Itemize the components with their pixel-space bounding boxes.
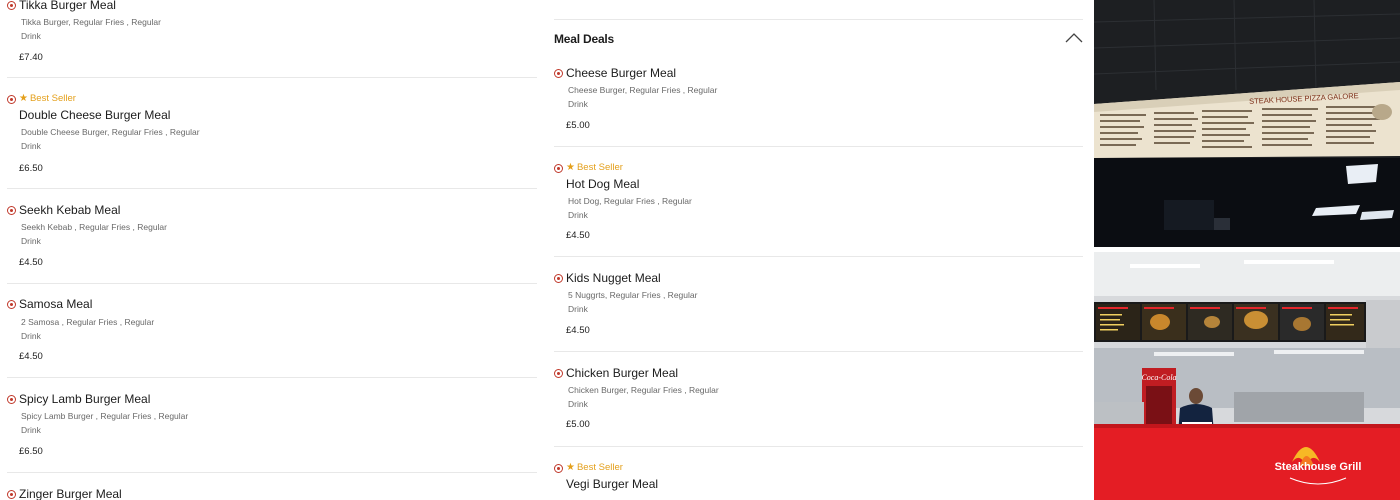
item-name: Double Cheese Burger Meal — [19, 108, 171, 122]
item-description: 5 Nuggrts, Regular Fries , Regular Drink — [568, 290, 698, 314]
menu-item[interactable]: Cheese Burger Meal Cheese Burger, Regula… — [554, 64, 1083, 147]
food-type-icon — [7, 300, 16, 309]
food-type-icon — [7, 395, 16, 404]
menu-item[interactable]: Chicken Burger Meal Chicken Burger, Regu… — [554, 352, 1083, 447]
menu-item[interactable]: Zinger Burger Meal — [7, 473, 537, 500]
star-icon: ★ — [566, 162, 575, 173]
photo-menu-board[interactable]: STEAK HOUSE PIZZA GALORE — [1094, 0, 1400, 247]
item-name: Seekh Kebab Meal — [19, 203, 121, 217]
menu-item[interactable]: ★ Best Seller Vegi Burger Meal — [554, 447, 1083, 500]
item-price: £6.50 — [19, 446, 43, 457]
food-type-icon — [554, 369, 563, 378]
item-price: £6.50 — [19, 163, 43, 174]
best-seller-badge: ★ Best Seller — [566, 162, 623, 173]
restaurant-photos: STEAK HOUSE PIZZA GALORE Coca-Cola Steak… — [1094, 0, 1400, 500]
item-description: Seekh Kebab , Regular Fries , Regular Dri… — [21, 222, 167, 246]
item-name: Hot Dog Meal — [566, 177, 640, 191]
section-title: Meal Deals — [554, 32, 615, 46]
menu-item[interactable]: Samosa Meal 2 Samosa , Regular Fries , R… — [7, 284, 537, 378]
item-name: Cheese Burger Meal — [566, 66, 677, 80]
item-price: £7.40 — [19, 52, 43, 63]
star-icon: ★ — [19, 93, 28, 104]
item-name: Kids Nugget Meal — [566, 271, 661, 285]
svg-text:Coca-Cola: Coca-Cola — [1141, 373, 1176, 382]
item-name: Zinger Burger Meal — [19, 487, 122, 500]
item-name: Chicken Burger Meal — [566, 366, 679, 380]
food-type-icon — [554, 164, 563, 173]
food-type-icon — [7, 95, 16, 104]
food-type-icon — [554, 274, 563, 283]
item-description: 2 Samosa , Regular Fries , Regular Drink — [21, 317, 155, 341]
item-name: Vegi Burger Meal — [566, 477, 659, 491]
photo-shop-counter[interactable]: Coca-Cola Steakhouse Grill — [1094, 252, 1400, 500]
menu-item[interactable]: Spicy Lamb Burger Meal Spicy Lamb Burger… — [7, 378, 537, 473]
menu-list-left: Tikka Burger Meal Tikka Burger, Regular … — [0, 0, 537, 500]
item-price: £4.50 — [19, 351, 43, 362]
menu-item[interactable]: Seekh Kebab Meal Seekh Kebab , Regular F… — [7, 189, 537, 284]
star-icon: ★ — [566, 462, 575, 473]
food-type-icon — [554, 69, 563, 78]
food-type-icon — [554, 464, 563, 473]
item-description: Spicy Lamb Burger , Regular Fries , Regu… — [21, 411, 189, 435]
item-name: Tikka Burger Meal — [19, 0, 116, 12]
menu-item[interactable]: Tikka Burger Meal Tikka Burger, Regular … — [7, 0, 537, 78]
item-price: £5.00 — [566, 419, 590, 430]
svg-text:Steakhouse Grill: Steakhouse Grill — [1275, 461, 1362, 473]
food-type-icon — [7, 206, 16, 215]
food-type-icon — [7, 1, 16, 10]
item-price: £4.50 — [566, 230, 590, 241]
item-name: Samosa Meal — [19, 297, 93, 311]
item-price: £5.00 — [566, 120, 590, 131]
item-description: Double Cheese Burger, Regular Fries , Re… — [21, 127, 200, 151]
menu-item[interactable]: Kids Nugget Meal 5 Nuggrts, Regular Frie… — [554, 257, 1083, 352]
menu-item[interactable]: ★ Best Seller Double Cheese Burger Meal D… — [7, 78, 537, 189]
item-description: Chicken Burger, Regular Fries , Regular D… — [568, 385, 719, 409]
item-price: £4.50 — [566, 325, 590, 336]
best-seller-badge: ★ Best Seller — [566, 462, 623, 473]
chevron-up-icon[interactable] — [1065, 32, 1083, 44]
item-description: Tikka Burger, Regular Fries , Regular Dri… — [21, 17, 161, 41]
best-seller-badge: ★ Best Seller — [19, 93, 76, 104]
item-description: Cheese Burger, Regular Fries , Regular Dr… — [568, 85, 718, 109]
item-price: £4.50 — [19, 257, 43, 268]
meal-deals-section: Meal Deals Cheese Burger Meal Cheese Bur… — [546, 0, 1092, 500]
item-name: Spicy Lamb Burger Meal — [19, 392, 151, 406]
restaurant-menu-page: Tikka Burger Meal Tikka Burger, Regular … — [0, 0, 1400, 500]
menu-item[interactable]: ★ Best Seller Hot Dog Meal Hot Dog, Regul… — [554, 147, 1083, 257]
section-header-meal-deals[interactable]: Meal Deals — [554, 19, 1083, 57]
food-type-icon — [7, 490, 16, 499]
item-description: Hot Dog, Regular Fries , Regular Drink — [568, 196, 692, 220]
